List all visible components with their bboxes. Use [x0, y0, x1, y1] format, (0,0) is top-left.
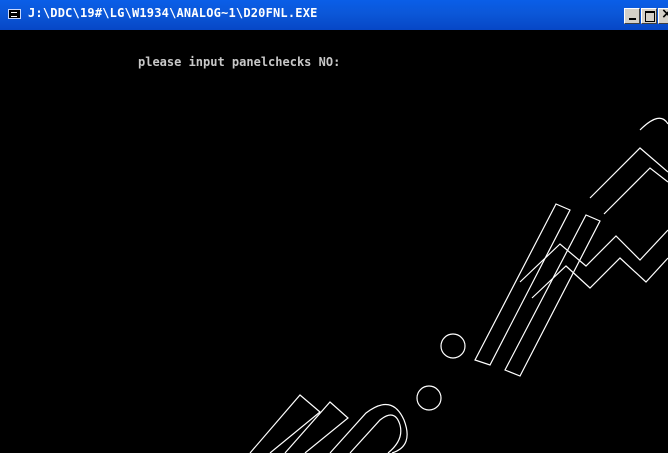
window-title: J:\DDC\19#\LG\W1934\ANALOG~1\D20FNL.EXE — [28, 6, 318, 20]
maximize-button[interactable] — [641, 8, 657, 24]
console-icon[interactable] — [8, 9, 21, 19]
console-area[interactable]: please input panelchecks NO: — [0, 30, 668, 453]
minimize-button[interactable] — [624, 8, 640, 24]
console-prompt: please input panelchecks NO: — [138, 55, 341, 69]
close-button[interactable] — [658, 6, 668, 24]
title-bar[interactable]: J:\DDC\19#\LG\W1934\ANALOG~1\D20FNL.EXE — [0, 0, 668, 30]
